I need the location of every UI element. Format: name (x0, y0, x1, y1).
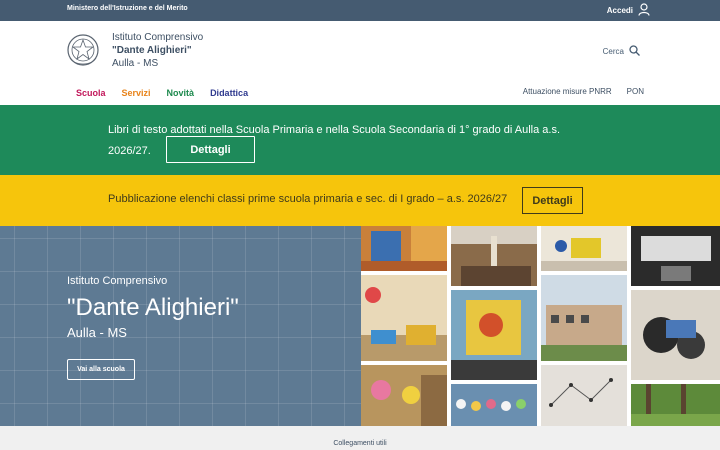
photo-classroom (361, 226, 447, 271)
ministry-link[interactable]: Ministero dell'Istruzione e del Merito (67, 5, 188, 12)
photo-forest (631, 384, 720, 426)
search-icon (629, 45, 640, 58)
photo-collage (361, 226, 720, 426)
main-nav: Scuola Servizi Novità Didattica (76, 88, 248, 98)
photo-school-building (541, 275, 627, 361)
photo-artwork (451, 290, 537, 380)
school-location: Aulla - MS (112, 58, 159, 69)
photo-electronics (631, 226, 720, 286)
top-bar: Ministero dell'Istruzione e del Merito A… (0, 0, 720, 21)
details-button-textbooks[interactable]: Dettagli (166, 136, 255, 163)
alert-banner-classes: Pubblicazione elenchi classi prime scuol… (0, 175, 720, 226)
nav-novita[interactable]: Novità (167, 88, 195, 98)
nav-didattica[interactable]: Didattica (210, 88, 248, 98)
photo-garlands (451, 384, 537, 426)
hero-subtitle: Istituto Comprensivo (67, 275, 168, 287)
photo-robot (631, 290, 720, 380)
photo-lab (451, 226, 537, 286)
alert-text-classes: Pubblicazione elenchi classi prime scuol… (108, 193, 508, 205)
nav-servizi[interactable]: Servizi (122, 88, 151, 98)
go-to-school-button[interactable]: Vai alla scuola (67, 359, 135, 380)
photo-corridor (361, 275, 447, 361)
school-name: "Dante Alighieri" (112, 45, 192, 56)
photo-crafts (361, 365, 447, 426)
site-header: Istituto Comprensivo "Dante Alighieri" A… (0, 21, 720, 105)
nav-scuola[interactable]: Scuola (76, 88, 106, 98)
hero-section: Istituto Comprensivo "Dante Alighieri" A… (0, 226, 361, 426)
details-button-classes[interactable]: Dettagli (522, 187, 583, 214)
alert-banner-textbooks: Libri di testo adottati nella Scuola Pri… (0, 105, 720, 175)
photo-constellation (541, 365, 627, 426)
hero-location: Aulla - MS (67, 325, 127, 340)
photo-robot-kit (541, 226, 627, 271)
login-label: Accedi (606, 6, 633, 15)
hero-title: "Dante Alighieri" (67, 294, 239, 321)
nav-pon[interactable]: PON (627, 87, 644, 96)
school-type: Istituto Comprensivo (112, 32, 204, 43)
republic-emblem-icon[interactable] (66, 32, 100, 69)
school-title[interactable]: Istituto Comprensivo "Dante Alighieri" A… (112, 31, 203, 70)
search-label: Cerca (602, 47, 624, 56)
useful-links-label: Collegamenti utili (333, 440, 387, 447)
login-button[interactable]: Accedi (607, 3, 650, 18)
nav-pnrr[interactable]: Attuazione misure PNRR (523, 87, 612, 96)
useful-links-section: Collegamenti utili (0, 426, 720, 450)
search-button[interactable]: Cerca (603, 45, 640, 58)
secondary-nav: Attuazione misure PNRR PON (523, 87, 644, 96)
user-icon (638, 3, 650, 18)
